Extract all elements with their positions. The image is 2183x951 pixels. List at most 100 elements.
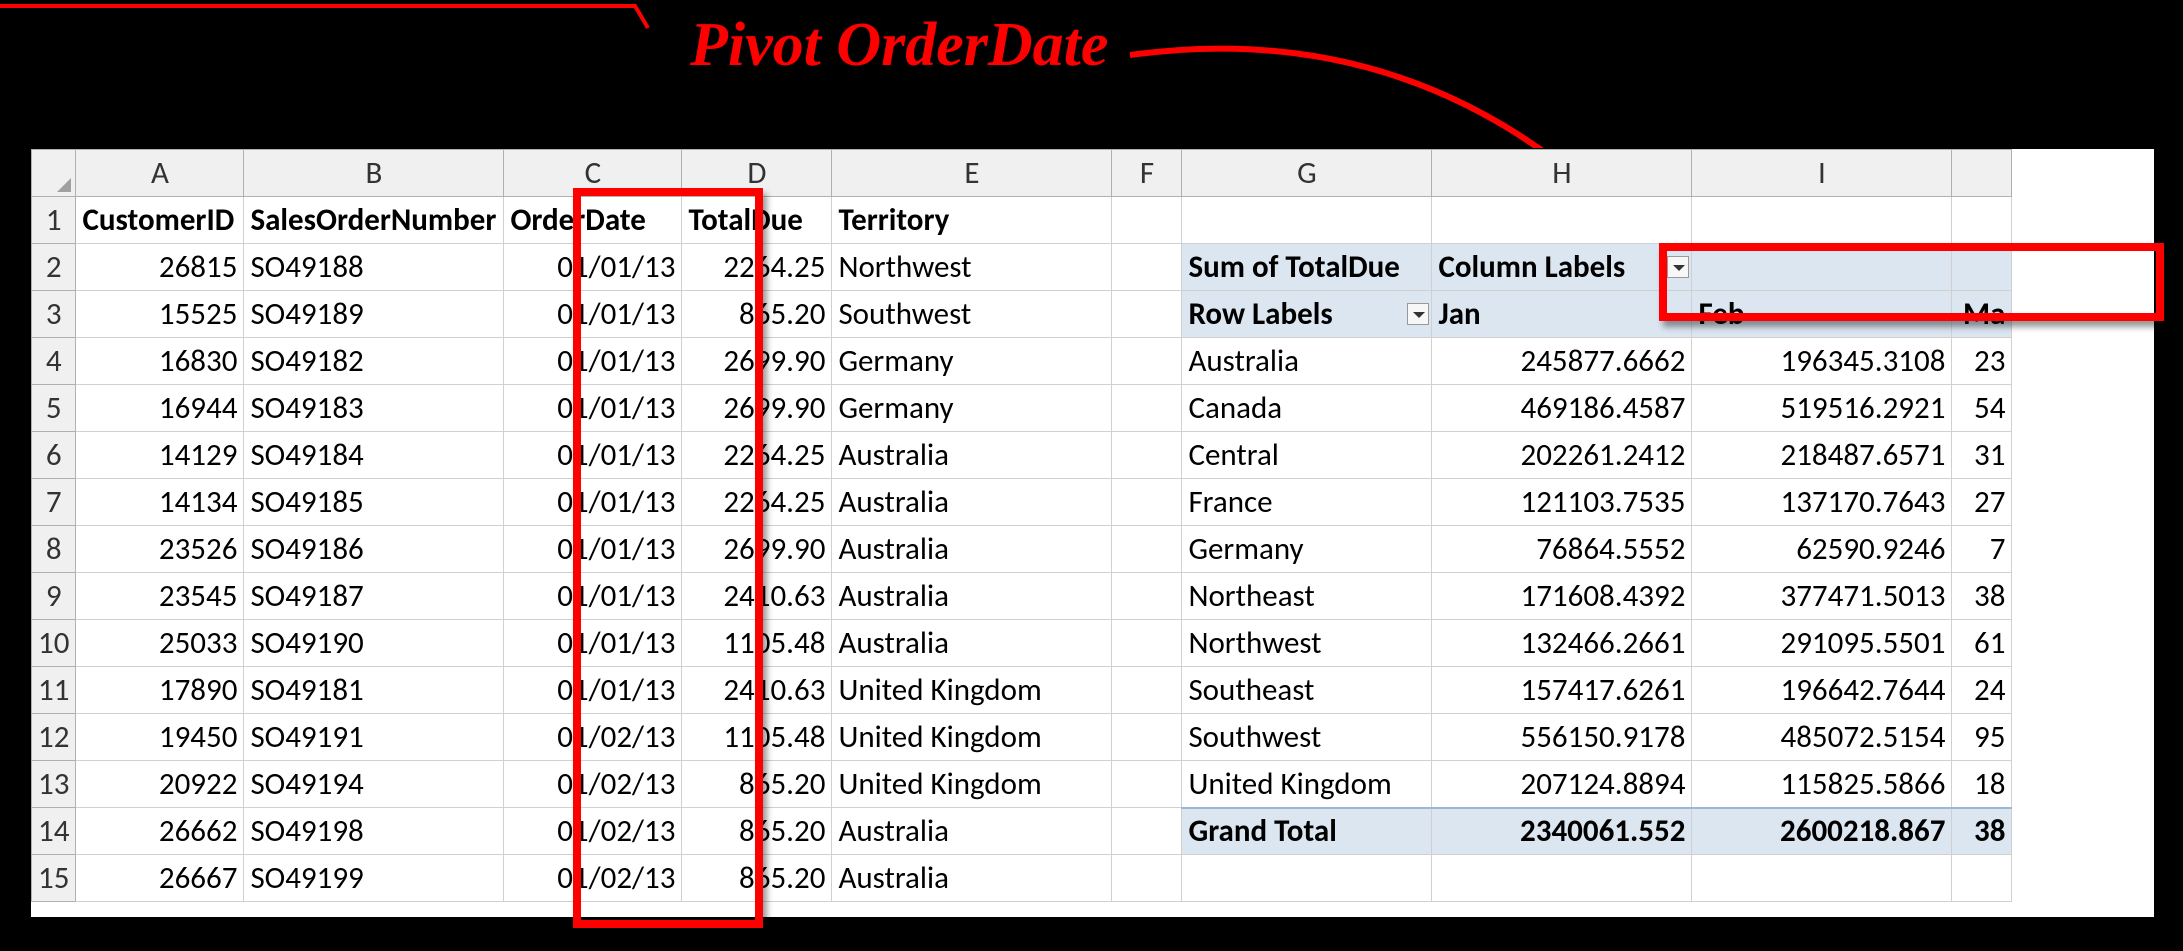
pivot-value[interactable]: 196345.3108 (1692, 338, 1952, 385)
cell[interactable]: 16944 (76, 385, 244, 432)
cell[interactable] (1692, 197, 1952, 244)
pivot-row-label[interactable]: Canada (1182, 385, 1432, 432)
pivot-row-label[interactable]: Southeast (1182, 667, 1432, 714)
pivot-sum-label[interactable]: Sum of TotalDue (1182, 244, 1432, 291)
cell[interactable] (1112, 291, 1182, 338)
pivot-row-label[interactable]: Australia (1182, 338, 1432, 385)
cell[interactable] (1112, 573, 1182, 620)
cell[interactable]: SO49189 (244, 291, 504, 338)
row-13[interactable]: 13 (32, 761, 76, 808)
pivot-total-edge[interactable]: 38 (1952, 808, 2012, 855)
cell[interactable] (1112, 432, 1182, 479)
pivot-value[interactable]: 377471.5013 (1692, 573, 1952, 620)
pivot-month-edge[interactable]: Ma (1952, 291, 2012, 338)
pivot-value[interactable]: 291095.5501 (1692, 620, 1952, 667)
pivot-value[interactable]: 245877.6662 (1432, 338, 1692, 385)
cell[interactable]: 01/01/13 (504, 479, 682, 526)
cell[interactable]: SO49184 (244, 432, 504, 479)
cell[interactable]: SO49185 (244, 479, 504, 526)
pivot-value[interactable]: 24 (1952, 667, 2012, 714)
cell[interactable]: 23545 (76, 573, 244, 620)
pivot-value[interactable]: 171608.4392 (1432, 573, 1692, 620)
cell[interactable]: 14129 (76, 432, 244, 479)
pivot-total-jan[interactable]: 2340061.552 (1432, 808, 1692, 855)
row-6[interactable]: 6 (32, 432, 76, 479)
row-4[interactable]: 4 (32, 338, 76, 385)
cell[interactable]: 2264.25 (682, 479, 832, 526)
header-customerid[interactable]: CustomerID (76, 197, 244, 244)
cell[interactable]: 2699.90 (682, 526, 832, 573)
pivot-value[interactable]: 27 (1952, 479, 2012, 526)
pivot-value[interactable]: 519516.2921 (1692, 385, 1952, 432)
pivot-month-feb[interactable]: Feb (1692, 291, 1952, 338)
col-A[interactable]: A (76, 150, 244, 197)
pivot-value[interactable]: 7 (1952, 526, 2012, 573)
pivot-column-labels[interactable]: Column Labels (1432, 244, 1692, 291)
pivot-value[interactable]: 38 (1952, 573, 2012, 620)
cell[interactable]: 01/02/13 (504, 808, 682, 855)
pivot-value[interactable]: 202261.2412 (1432, 432, 1692, 479)
pivot-value[interactable]: 76864.5552 (1432, 526, 1692, 573)
dropdown-icon[interactable] (1407, 303, 1429, 325)
cell[interactable] (1112, 714, 1182, 761)
col-F[interactable]: F (1112, 150, 1182, 197)
pivot-row-label[interactable]: Southwest (1182, 714, 1432, 761)
cell[interactable] (1952, 244, 2012, 291)
pivot-row-label[interactable]: Germany (1182, 526, 1432, 573)
cell[interactable]: 01/01/13 (504, 573, 682, 620)
pivot-total-feb[interactable]: 2600218.867 (1692, 808, 1952, 855)
pivot-value[interactable]: 132466.2661 (1432, 620, 1692, 667)
cell[interactable]: 865.20 (682, 855, 832, 902)
pivot-row-labels[interactable]: Row Labels (1182, 291, 1432, 338)
cell[interactable]: United Kingdom (832, 761, 1112, 808)
cell[interactable]: 26662 (76, 808, 244, 855)
cell[interactable]: 26667 (76, 855, 244, 902)
cell[interactable]: 01/01/13 (504, 432, 682, 479)
pivot-row-label[interactable]: Northeast (1182, 573, 1432, 620)
cell[interactable]: Australia (832, 432, 1112, 479)
row-5[interactable]: 5 (32, 385, 76, 432)
pivot-month-jan[interactable]: Jan (1432, 291, 1692, 338)
cell[interactable]: Australia (832, 479, 1112, 526)
col-D[interactable]: D (682, 150, 832, 197)
cell[interactable]: Australia (832, 855, 1112, 902)
cell[interactable]: 865.20 (682, 808, 832, 855)
cell[interactable] (1112, 761, 1182, 808)
cell[interactable]: 01/01/13 (504, 385, 682, 432)
cell[interactable]: 865.20 (682, 291, 832, 338)
row-10[interactable]: 10 (32, 620, 76, 667)
col-I[interactable]: I (1692, 150, 1952, 197)
cell[interactable]: SO49181 (244, 667, 504, 714)
pivot-value[interactable]: 137170.7643 (1692, 479, 1952, 526)
row-14[interactable]: 14 (32, 808, 76, 855)
cell[interactable]: Australia (832, 526, 1112, 573)
cell[interactable] (1112, 526, 1182, 573)
row-1[interactable]: 1 (32, 197, 76, 244)
header-totaldue[interactable]: TotalDue (682, 197, 832, 244)
cell[interactable]: SO49186 (244, 526, 504, 573)
cell[interactable]: 2264.25 (682, 244, 832, 291)
cell[interactable] (1182, 197, 1432, 244)
pivot-value[interactable]: 115825.5866 (1692, 761, 1952, 808)
cell[interactable]: Australia (832, 573, 1112, 620)
cell[interactable]: SO49182 (244, 338, 504, 385)
cell[interactable]: SO49194 (244, 761, 504, 808)
cell[interactable]: 01/01/13 (504, 526, 682, 573)
pivot-value[interactable]: 485072.5154 (1692, 714, 1952, 761)
row-9[interactable]: 9 (32, 573, 76, 620)
cell[interactable]: 2410.63 (682, 573, 832, 620)
header-territory[interactable]: Territory (832, 197, 1112, 244)
cell[interactable]: 19450 (76, 714, 244, 761)
cell[interactable]: Australia (832, 620, 1112, 667)
cell[interactable] (1692, 855, 1952, 902)
header-salesordernumber[interactable]: SalesOrderNumber (244, 197, 504, 244)
pivot-row-label[interactable]: Northwest (1182, 620, 1432, 667)
pivot-value[interactable]: 196642.7644 (1692, 667, 1952, 714)
pivot-value[interactable]: 61 (1952, 620, 2012, 667)
cell[interactable]: 26815 (76, 244, 244, 291)
cell[interactable]: 01/01/13 (504, 244, 682, 291)
cell[interactable]: 16830 (76, 338, 244, 385)
cell[interactable]: 1105.48 (682, 714, 832, 761)
cell[interactable]: SO49191 (244, 714, 504, 761)
cell[interactable] (1112, 620, 1182, 667)
